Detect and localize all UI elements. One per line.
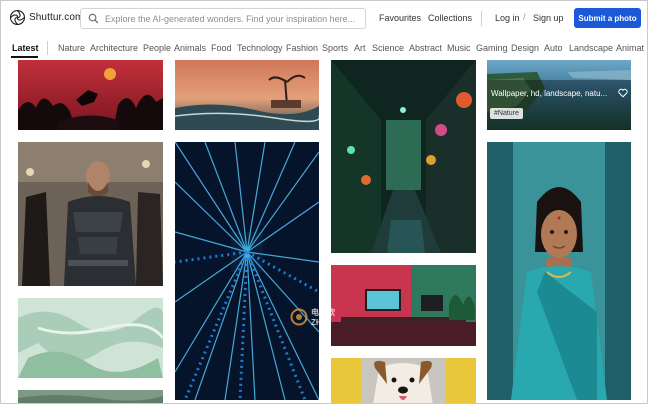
tab-architecture[interactable]: Architecture <box>90 43 138 53</box>
woman-saree-image <box>487 142 631 400</box>
tab-technology[interactable]: Technology <box>237 43 283 53</box>
collections-link[interactable]: Collections <box>428 13 472 23</box>
signup-link[interactable]: Sign up <box>533 13 564 23</box>
tab-design[interactable]: Design <box>511 43 539 53</box>
tab-people[interactable]: People <box>143 43 171 53</box>
login-link[interactable]: Log in <box>495 13 520 23</box>
tab-food[interactable]: Food <box>211 43 232 53</box>
coastal-caption: Wallpaper, hd, landscape, natu... <box>491 89 608 98</box>
digital-tunnel-image <box>175 142 319 400</box>
tab-animals[interactable]: Animals <box>174 43 206 53</box>
brand-logo[interactable]: Shuttur.com <box>9 9 83 26</box>
tab-abstract[interactable]: Abstract <box>409 43 442 53</box>
header-divider <box>481 11 482 26</box>
photo-tile-partial-1[interactable] <box>18 390 163 403</box>
tab-art[interactable]: Art <box>354 43 366 53</box>
search-bar[interactable] <box>80 8 366 29</box>
watermark-logo-icon <box>290 308 308 326</box>
auth-separator: / <box>523 12 526 22</box>
armored-man-image <box>18 142 163 286</box>
photo-tile-woman-saree[interactable] <box>487 142 631 400</box>
tab-science[interactable]: Science <box>372 43 404 53</box>
site-header: Shuttur.com Favourites Collections Log i… <box>1 1 647 35</box>
favourite-heart-icon[interactable] <box>618 88 628 98</box>
category-bar: Latest Nature Architecture People Animal… <box>1 36 647 58</box>
photo-tile-neon-alley[interactable] <box>331 60 476 253</box>
crow-sunset-image <box>18 60 163 130</box>
search-input[interactable] <box>105 13 365 24</box>
tab-fashion[interactable]: Fashion <box>286 43 318 53</box>
category-divider <box>47 41 48 55</box>
neon-workspace-image <box>331 265 476 346</box>
favourites-link[interactable]: Favourites <box>379 13 421 23</box>
site-watermark: 电脑软 ZH <box>290 307 335 327</box>
browser-frame: Shuttur.com Favourites Collections Log i… <box>0 0 648 404</box>
photo-tile-armored-man[interactable] <box>18 142 163 286</box>
beach-sunset-image <box>175 60 319 130</box>
watermark-text-1: 电脑软 <box>311 308 335 317</box>
search-icon <box>88 13 99 24</box>
active-tab-indicator <box>11 56 38 58</box>
green-marble-image <box>18 298 163 378</box>
tab-nature[interactable]: Nature <box>58 43 85 53</box>
photo-tile-crow-sunset[interactable] <box>18 60 163 130</box>
photo-tile-dog[interactable] <box>331 358 476 403</box>
neon-alley-image <box>331 60 476 253</box>
tab-auto[interactable]: Auto <box>544 43 563 53</box>
partial-image-1 <box>18 390 163 403</box>
tab-landscape[interactable]: Landscape <box>569 43 613 53</box>
brand-name: Shuttur.com <box>29 12 84 23</box>
photo-tile-beach-sunset[interactable] <box>175 60 319 130</box>
tab-latest[interactable]: Latest <box>12 43 39 53</box>
tab-music[interactable]: Music <box>447 43 471 53</box>
logo-icon <box>9 9 26 26</box>
photo-tile-neon-workspace[interactable] <box>331 265 476 346</box>
photo-tile-green-marble[interactable] <box>18 298 163 378</box>
tab-gaming[interactable]: Gaming <box>476 43 508 53</box>
tag-nature[interactable]: #Nature <box>490 108 523 119</box>
tab-animation[interactable]: Animat <box>616 43 644 53</box>
photo-tile-digital-tunnel[interactable] <box>175 142 319 400</box>
tab-sports[interactable]: Sports <box>322 43 348 53</box>
dog-image <box>331 358 476 403</box>
submit-photo-button[interactable]: Submit a photo <box>574 8 641 28</box>
watermark-text-2: ZH <box>311 318 322 327</box>
